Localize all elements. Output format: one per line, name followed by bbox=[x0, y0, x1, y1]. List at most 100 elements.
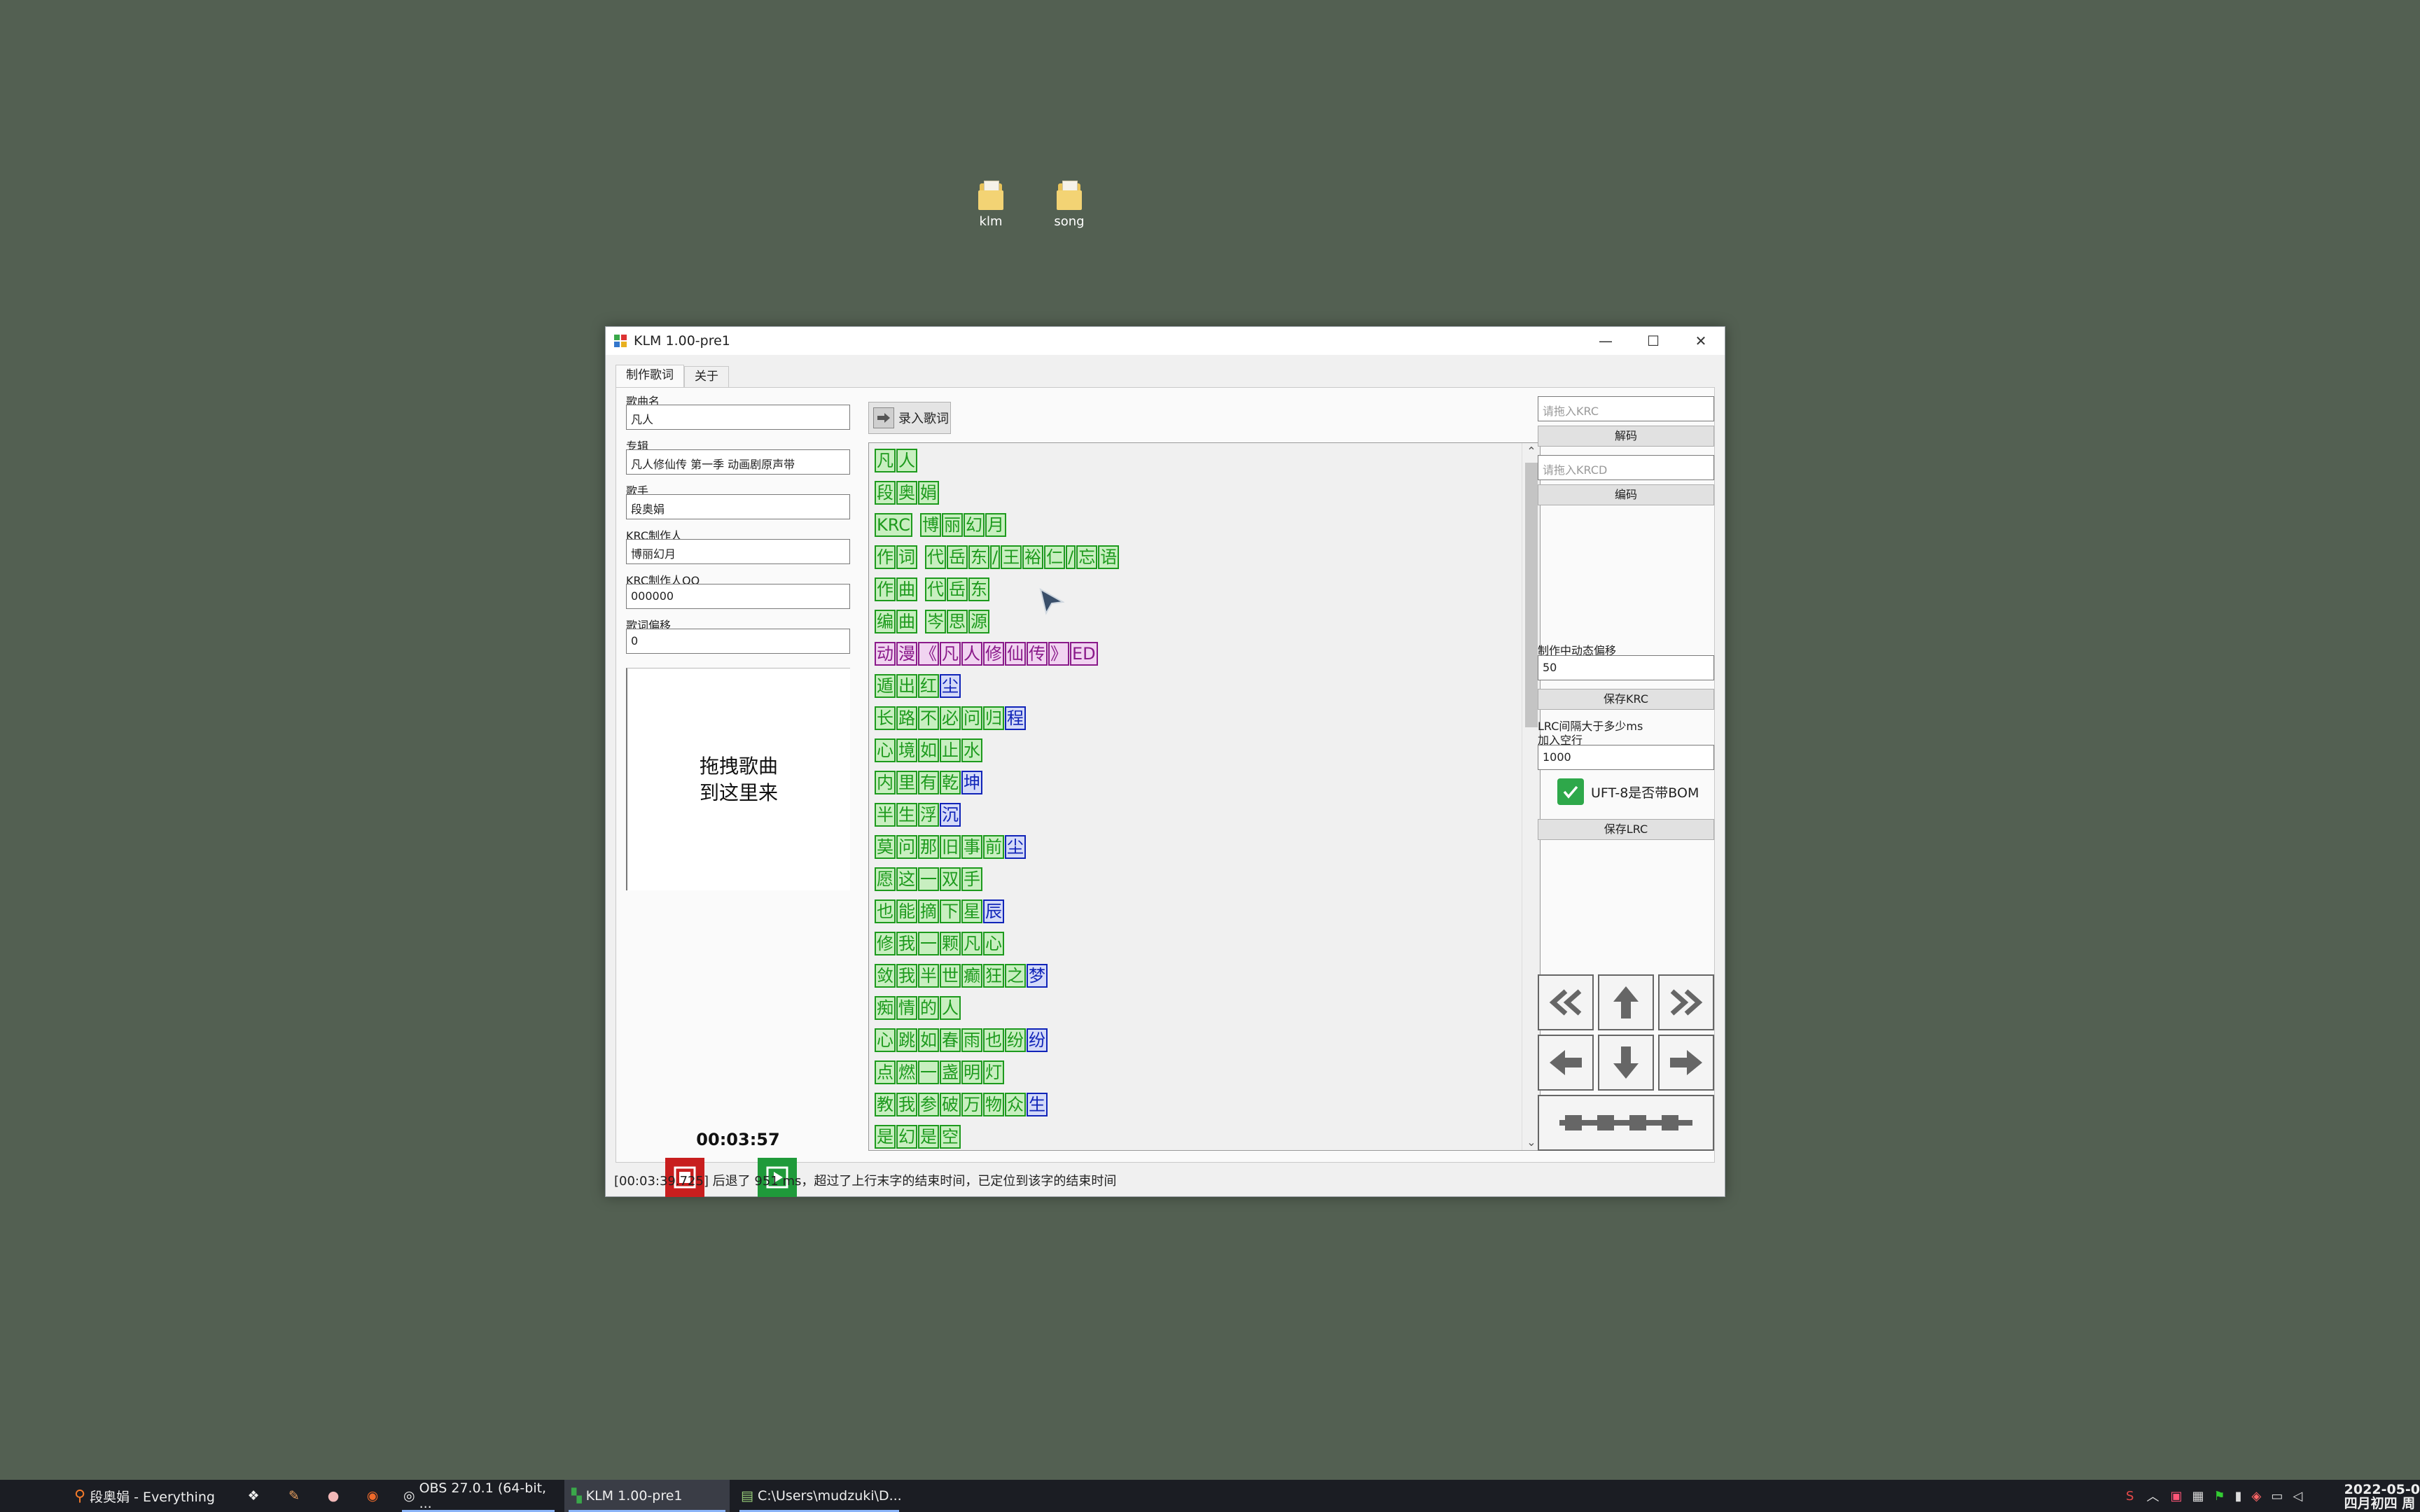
lyric-char[interactable]: 手 bbox=[961, 867, 982, 891]
desktop-icon-song[interactable]: song bbox=[1034, 181, 1104, 229]
split-line-button[interactable] bbox=[1538, 1095, 1714, 1151]
taskbar-firefox[interactable]: ◉ bbox=[360, 1480, 385, 1512]
album-input[interactable]: 凡人修仙传 第一季 动画剧原声带 bbox=[626, 449, 850, 475]
lyric-char[interactable]: 问 bbox=[896, 835, 917, 859]
lyric-space[interactable] bbox=[918, 545, 925, 569]
volume-icon[interactable]: ◁ bbox=[2293, 1489, 2302, 1504]
flag-icon[interactable]: ⚑ bbox=[2213, 1489, 2225, 1504]
lyric-line[interactable]: 痴情的人 bbox=[875, 996, 961, 1020]
lyric-char[interactable]: 幻 bbox=[963, 513, 985, 537]
lyric-char[interactable]: 里 bbox=[896, 771, 917, 794]
lyric-char[interactable]: 癫 bbox=[961, 964, 982, 988]
bom-checkbox-row[interactable]: UFT-8是否带BOM bbox=[1557, 778, 1699, 805]
lyric-char[interactable]: 人 bbox=[940, 996, 961, 1020]
lyric-char[interactable]: 一 bbox=[918, 932, 939, 955]
lyric-char[interactable]: 心 bbox=[875, 1028, 896, 1052]
lyric-line[interactable]: KRC 博丽幻月 bbox=[875, 513, 1007, 537]
arrow-left-button[interactable] bbox=[1538, 1035, 1594, 1091]
lyric-char[interactable]: 内 bbox=[875, 771, 896, 794]
lyric-line[interactable]: 也能摘下星辰 bbox=[875, 899, 1005, 923]
lyric-char[interactable]: 幻 bbox=[896, 1125, 917, 1149]
lyric-char[interactable]: 娟 bbox=[918, 481, 939, 505]
lyric-char[interactable]: 万 bbox=[961, 1093, 982, 1116]
taskbar-item-obs[interactable]: ◎ OBS 27.0.1 (64-bit, ... bbox=[398, 1480, 559, 1512]
lyric-offset-input[interactable]: 0 bbox=[626, 629, 850, 654]
krc-drop-input[interactable]: 请拖入KRC bbox=[1538, 396, 1714, 421]
lyric-char[interactable]: 段 bbox=[875, 481, 896, 505]
lyric-char[interactable]: 众 bbox=[1005, 1093, 1026, 1116]
lyric-char[interactable]: 奥 bbox=[896, 481, 917, 505]
lyric-char[interactable]: 燃 bbox=[896, 1060, 917, 1084]
bom-checkbox[interactable] bbox=[1557, 778, 1584, 805]
lyric-char[interactable]: 狂 bbox=[983, 964, 1004, 988]
lyric-line[interactable]: 遁出红尘 bbox=[875, 674, 961, 698]
lyric-char[interactable]: / bbox=[1066, 545, 1076, 569]
encode-button[interactable]: 编码 bbox=[1538, 484, 1714, 505]
lyric-char[interactable]: 事 bbox=[961, 835, 982, 859]
lyric-char[interactable]: 是 bbox=[875, 1125, 896, 1149]
lyric-char[interactable]: 我 bbox=[896, 1093, 917, 1116]
lyric-char[interactable]: 尘 bbox=[940, 674, 961, 698]
lyric-char[interactable]: 作 bbox=[875, 578, 896, 601]
lyric-line[interactable]: 教我参破万物众生 bbox=[875, 1093, 1048, 1116]
lyric-char[interactable]: 凡 bbox=[940, 642, 961, 666]
lyric-char[interactable]: 之 bbox=[1005, 964, 1026, 988]
lyric-char[interactable]: 东 bbox=[968, 578, 989, 601]
lyric-char[interactable]: 能 bbox=[896, 899, 917, 923]
lyric-line[interactable]: 凡人 bbox=[875, 449, 918, 472]
lyric-char[interactable]: 破 bbox=[940, 1093, 961, 1116]
jump-back-button[interactable] bbox=[1538, 974, 1594, 1030]
maximize-button[interactable]: ☐ bbox=[1629, 327, 1677, 355]
lyric-char[interactable]: 前 bbox=[983, 835, 1004, 859]
lyric-line[interactable]: 心境如止水 bbox=[875, 738, 983, 762]
lyric-char[interactable]: 心 bbox=[875, 738, 896, 762]
lyric-line[interactable]: 动漫《凡人修仙传》 ED bbox=[875, 642, 1099, 666]
lyric-char[interactable]: 岑 bbox=[925, 610, 946, 634]
lyric-char[interactable]: 雨 bbox=[961, 1028, 982, 1052]
lyric-char[interactable]: 乾 bbox=[940, 771, 961, 794]
lyric-char[interactable]: 参 bbox=[918, 1093, 939, 1116]
lyric-char[interactable]: 纷 bbox=[1027, 1028, 1048, 1052]
lyric-char[interactable]: 归 bbox=[983, 706, 1004, 730]
lyric-line[interactable]: 点燃一盏明灯 bbox=[875, 1060, 1005, 1084]
gift-icon[interactable]: ▣ bbox=[2170, 1489, 2182, 1504]
lyric-char[interactable]: 双 bbox=[940, 867, 961, 891]
lyric-char[interactable]: 坤 bbox=[961, 771, 982, 794]
lyric-char[interactable]: 是 bbox=[918, 1125, 939, 1149]
lyric-char[interactable]: 痴 bbox=[875, 996, 896, 1020]
lyric-char[interactable]: 编 bbox=[875, 610, 896, 634]
lyric-char[interactable]: 点 bbox=[875, 1060, 896, 1084]
lyric-line[interactable]: 莫问那旧事前尘 bbox=[875, 835, 1027, 859]
lyric-char[interactable]: 博 bbox=[919, 513, 941, 537]
lyric-char[interactable]: 路 bbox=[896, 706, 917, 730]
lyric-char[interactable]: 丽 bbox=[941, 513, 963, 537]
lyric-char[interactable]: 必 bbox=[940, 706, 961, 730]
lyric-char[interactable]: 东 bbox=[968, 545, 989, 569]
lyric-char[interactable]: 尘 bbox=[1005, 835, 1026, 859]
lyric-line[interactable]: 愿这一双手 bbox=[875, 867, 983, 891]
lyric-char[interactable]: 岳 bbox=[947, 545, 968, 569]
lyric-char[interactable]: 梦 bbox=[1027, 964, 1048, 988]
save-lrc-button[interactable]: 保存LRC bbox=[1538, 819, 1714, 840]
taskbar-item-klm[interactable]: ▚ KLM 1.00-pre1 bbox=[564, 1480, 730, 1512]
lyric-char[interactable]: 裕 bbox=[1022, 545, 1044, 569]
lyric-line[interactable]: 半生浮沉 bbox=[875, 803, 961, 827]
lyric-char[interactable]: 人 bbox=[961, 642, 982, 666]
lyric-line[interactable]: 内里有乾坤 bbox=[875, 771, 983, 794]
lyric-char[interactable]: 物 bbox=[983, 1093, 1004, 1116]
lyric-char[interactable]: 那 bbox=[918, 835, 939, 859]
lyric-char[interactable]: 灯 bbox=[983, 1060, 1004, 1084]
input-lyrics-button[interactable]: 录入歌词 bbox=[868, 402, 951, 434]
lyric-char[interactable]: 代 bbox=[925, 545, 946, 569]
tab-make-lyrics[interactable]: 制作歌词 bbox=[616, 365, 684, 387]
lyric-line[interactable]: 是幻是空 bbox=[875, 1125, 961, 1149]
chevron-up-icon[interactable]: ︿ bbox=[2146, 1487, 2159, 1505]
lyric-char[interactable]: 凡 bbox=[961, 932, 982, 955]
lyric-char[interactable]: KRC bbox=[875, 513, 912, 537]
lyric-char[interactable]: 盏 bbox=[940, 1060, 961, 1084]
lyric-char[interactable]: 跳 bbox=[896, 1028, 917, 1052]
lyric-line[interactable]: 心跳如春雨也纷纷 bbox=[875, 1028, 1048, 1052]
lyric-char[interactable]: 情 bbox=[896, 996, 917, 1020]
lyric-char[interactable]: 动 bbox=[875, 642, 896, 666]
lyric-char[interactable]: 纷 bbox=[1005, 1028, 1026, 1052]
